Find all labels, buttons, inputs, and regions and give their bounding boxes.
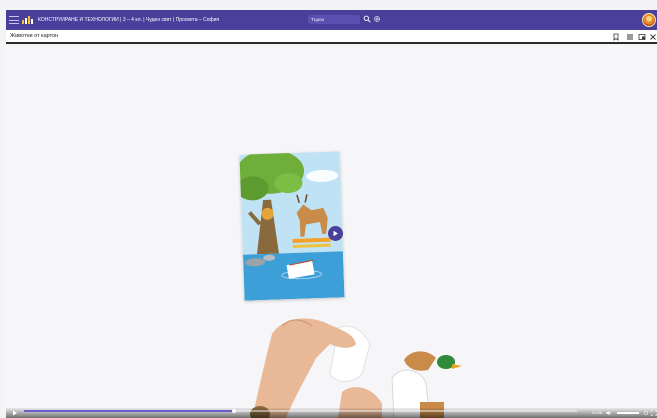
volume-icon[interactable] [606,410,612,416]
illustrated-card [239,151,345,301]
search-input[interactable]: Търси [308,15,360,24]
page-title: Животни от картон [10,33,59,39]
search-placeholder: Търси [311,16,324,22]
avatar[interactable] [642,13,656,27]
hands-scene [250,318,462,418]
title-bar: Животни от картон [6,30,657,44]
gear-icon[interactable] [373,15,381,23]
breadcrumb[interactable]: КОНСТРУИРАНЕ И ТЕХНОЛОГИИ | 3 – 4 кл. | … [38,17,219,23]
play-icon [333,230,338,237]
app-frame: КОНСТРУИРАНЕ И ТЕХНОЛОГИИ | 3 – 4 кл. | … [0,0,657,418]
time-display: 01:56 [591,409,602,415]
bookmark-icon[interactable] [612,33,620,41]
list-icon[interactable] [626,33,634,41]
video-player[interactable]: 01:56 [6,46,657,418]
play-icon[interactable] [12,410,18,416]
menu-icon[interactable] [9,16,19,24]
overlay-play-button[interactable] [328,226,343,241]
progress-fill [24,410,235,412]
progress-handle[interactable] [232,408,237,413]
volume-slider[interactable] [617,412,639,414]
search-icon[interactable] [363,15,371,23]
video-controls: 01:56 [6,408,657,418]
card-illustration [239,151,345,301]
brand-logo-icon[interactable] [22,16,34,24]
close-icon[interactable] [649,33,657,41]
window-icon[interactable] [638,33,646,41]
top-bar: КОНСТРУИРАНЕ И ТЕХНОЛОГИИ | 3 – 4 кл. | … [6,10,657,30]
progress-bar[interactable] [24,408,577,413]
settings-icon[interactable] [643,410,649,416]
fullscreen-icon[interactable] [651,410,657,416]
